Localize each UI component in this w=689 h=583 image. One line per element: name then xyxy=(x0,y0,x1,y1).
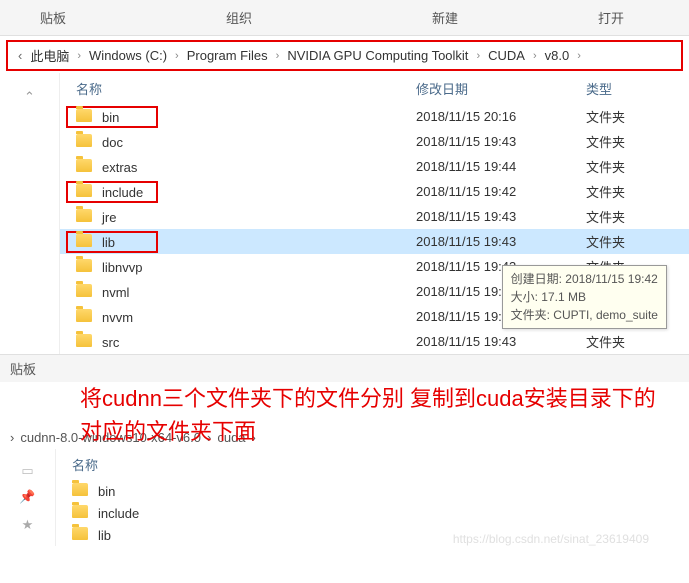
column-name[interactable]: 名称 xyxy=(76,79,416,98)
folder-name: libnvvp xyxy=(102,260,142,275)
folder-icon xyxy=(76,209,92,222)
folder-type: 文件夹 xyxy=(586,182,689,201)
toolbar-new[interactable]: 新建 xyxy=(392,4,498,31)
folder-date: 2018/11/15 19:43 xyxy=(416,209,586,224)
folder-name: include xyxy=(98,506,139,521)
folder-type: 文件夹 xyxy=(586,157,689,176)
breadcrumb-item[interactable]: Windows (C:) xyxy=(87,46,169,65)
toolbar-clipboard[interactable]: 贴板 xyxy=(0,4,106,31)
chevron-right-icon: › xyxy=(270,50,286,62)
folder-name: extras xyxy=(102,160,137,175)
column-headers: 名称 修改日期 类型 xyxy=(60,73,689,104)
folder-row[interactable]: doc 2018/11/15 19:43文件夹 xyxy=(60,129,689,154)
folder-row[interactable]: bin xyxy=(56,480,689,502)
folder-icon xyxy=(72,505,88,518)
column-name-2[interactable]: 名称 xyxy=(72,455,412,474)
folder-row[interactable]: lib 2018/11/15 19:43文件夹 xyxy=(60,229,689,254)
annotation-text: 将cudnn三个文件夹下的文件分别 复制到cuda安装目录下的对应的文件夹下面 xyxy=(0,382,689,448)
ribbon-toolbar-2: 贴板 xyxy=(0,354,689,382)
toolbar-clipboard-2[interactable]: 贴板 xyxy=(10,362,36,377)
folder-name: bin xyxy=(98,484,115,499)
folder-type: 文件夹 xyxy=(586,232,689,251)
folder-name: include xyxy=(102,185,143,200)
folder-type: 文件夹 xyxy=(586,132,689,151)
folder-name: doc xyxy=(102,135,123,150)
folder-type: 文件夹 xyxy=(586,107,689,126)
chevron-right-icon: › xyxy=(571,50,587,62)
pin-icon[interactable]: 📌 xyxy=(0,483,55,511)
folder-name: nvvm xyxy=(102,310,133,325)
folder-icon xyxy=(76,259,92,272)
breadcrumb[interactable]: ‹ 此电脑 › Windows (C:) › Program Files › N… xyxy=(6,40,683,71)
folder-icon xyxy=(76,234,92,247)
chevron-right-icon: › xyxy=(169,50,185,62)
nav-back-icon[interactable]: ‹ xyxy=(12,48,28,63)
folder-date: 2018/11/15 19:43 xyxy=(416,334,586,349)
folder-date: 2018/11/15 20:16 xyxy=(416,109,586,124)
column-type[interactable]: 类型 xyxy=(586,79,689,98)
tooltip-created: 创建日期: 2018/11/15 19:42 xyxy=(511,270,658,288)
star-icon[interactable]: ★ xyxy=(0,511,55,539)
tooltip-size: 大小: 17.1 MB xyxy=(511,288,658,306)
folder-date: 2018/11/15 19:44 xyxy=(416,159,586,174)
folder-icon xyxy=(76,184,92,197)
folder-name: jre xyxy=(102,210,116,225)
breadcrumb-item[interactable]: v8.0 xyxy=(543,46,572,65)
folder-row[interactable]: jre 2018/11/15 19:43文件夹 xyxy=(60,204,689,229)
folder-icon xyxy=(76,334,92,347)
toolbar-organize[interactable]: 组织 xyxy=(186,4,292,31)
folder-tooltip: 创建日期: 2018/11/15 19:42 大小: 17.1 MB 文件夹: … xyxy=(502,265,667,329)
folder-date: 2018/11/15 19:42 xyxy=(416,184,586,199)
ribbon-toolbar: 贴板 组织 新建 打开 xyxy=(0,0,689,36)
tooltip-contents: 文件夹: CUPTI, demo_suite xyxy=(511,306,658,324)
folder-date: 2018/11/15 19:43 xyxy=(416,234,586,249)
folder-name: src xyxy=(102,335,119,350)
folder-icon xyxy=(72,483,88,496)
folder-type: 文件夹 xyxy=(586,332,689,351)
folder-row[interactable]: lib xyxy=(56,524,689,546)
folder-icon xyxy=(72,527,88,540)
folder-row[interactable]: include 2018/11/15 19:42文件夹 xyxy=(60,179,689,204)
folder-icon xyxy=(76,109,92,122)
breadcrumb-item[interactable]: NVIDIA GPU Computing Toolkit xyxy=(285,46,470,65)
folder-type: 文件夹 xyxy=(586,207,689,226)
folder-name: bin xyxy=(102,110,119,125)
collapse-icon[interactable]: ⌃ xyxy=(0,83,59,111)
chevron-right-icon: › xyxy=(71,50,87,62)
column-date[interactable]: 修改日期 xyxy=(416,79,586,98)
folder-row[interactable]: src 2018/11/15 19:43文件夹 xyxy=(60,329,689,354)
folder-name: lib xyxy=(98,528,111,543)
folder-row[interactable]: include xyxy=(56,502,689,524)
folder-name: nvml xyxy=(102,285,129,300)
folder-icon xyxy=(76,309,92,322)
folder-icon xyxy=(76,284,92,297)
nav-panel: ⌃ xyxy=(0,73,60,354)
breadcrumb-item[interactable]: Program Files xyxy=(185,46,270,65)
folder-icon xyxy=(76,134,92,147)
folder-icon xyxy=(76,159,92,172)
folder-name: lib xyxy=(102,235,115,250)
column-headers-2: 名称 xyxy=(56,449,689,480)
chevron-right-icon: › xyxy=(470,50,486,62)
folder-row[interactable]: bin 2018/11/15 20:16文件夹 xyxy=(60,104,689,129)
folder-row[interactable]: extras 2018/11/15 19:44文件夹 xyxy=(60,154,689,179)
toolbar-open[interactable]: 打开 xyxy=(558,4,664,31)
nav-panel-2: ▭ 📌 ★ xyxy=(0,449,56,546)
chevron-right-icon: › xyxy=(527,50,543,62)
breadcrumb-item[interactable]: 此电脑 xyxy=(28,44,71,67)
folder-date: 2018/11/15 19:43 xyxy=(416,134,586,149)
breadcrumb-item[interactable]: CUDA xyxy=(486,46,527,65)
